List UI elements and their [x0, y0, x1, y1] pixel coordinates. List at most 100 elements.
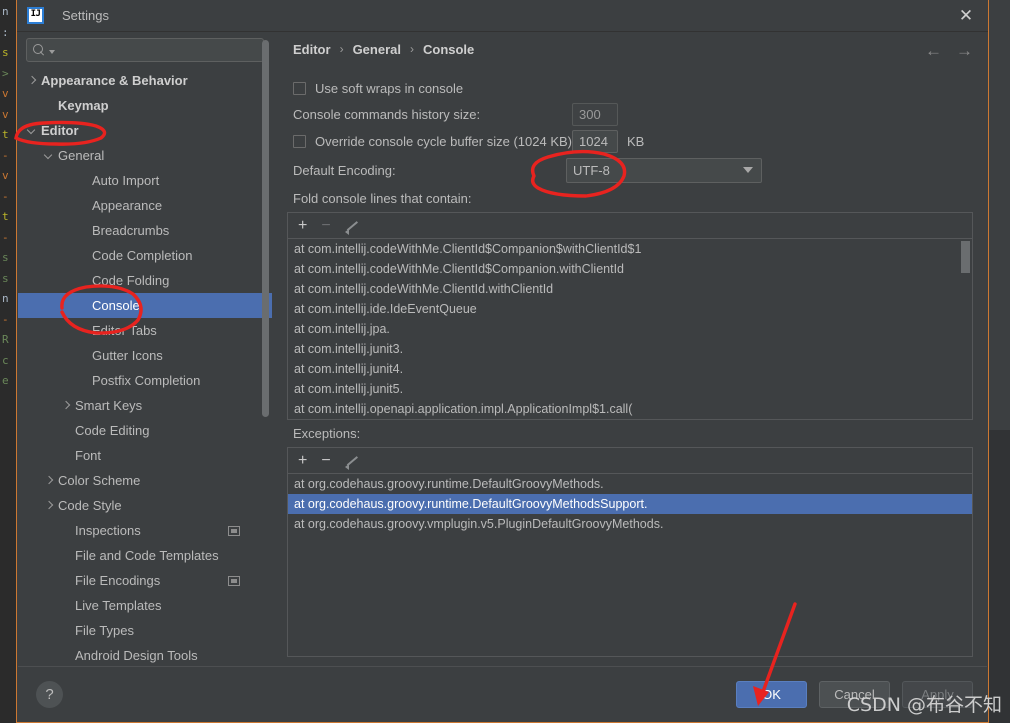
sidebar-item-label: Editor Tabs — [92, 323, 157, 338]
history-size-input[interactable]: 300 — [572, 102, 618, 126]
sidebar-item-label: Gutter Icons — [92, 348, 163, 363]
sidebar-item-breadcrumbs[interactable]: Breadcrumbs — [18, 218, 272, 243]
chevron-right-icon[interactable] — [60, 400, 71, 411]
settings-content-pane: Editor › General › Console ← → Use soft … — [273, 32, 987, 666]
sidebar-item-file-types[interactable]: File Types — [18, 618, 272, 643]
encoding-value: UTF-8 — [573, 162, 610, 178]
sidebar-item-auto-import[interactable]: Auto Import — [18, 168, 272, 193]
list-item[interactable]: at org.codehaus.groovy.vmplugin.v5.Plugi… — [288, 514, 972, 534]
soft-wraps-checkbox[interactable] — [293, 81, 306, 95]
history-size-label: Console commands history size: — [293, 106, 481, 122]
add-button[interactable]: + — [298, 217, 307, 234]
sidebar-item-keymap[interactable]: Keymap — [18, 93, 272, 118]
exceptions-list[interactable]: at org.codehaus.groovy.runtime.DefaultGr… — [288, 474, 972, 656]
sidebar-item-code-style[interactable]: Code Style — [18, 493, 272, 518]
list-item[interactable]: at com.intellij.junit4. — [288, 359, 972, 379]
sidebar-item-label: Color Scheme — [58, 473, 141, 488]
sidebar-item-gutter-icons[interactable]: Gutter Icons — [18, 343, 272, 368]
sidebar-item-label: Appearance — [92, 198, 163, 213]
sidebar-item-live-templates[interactable]: Live Templates — [18, 593, 272, 618]
sidebar-item-label: Appearance & Behavior — [41, 73, 188, 88]
settings-sidebar: Appearance & Behavior Keymap Editor General… — [18, 32, 272, 666]
background-right-panel-lower — [989, 430, 1010, 723]
sidebar-item-file-encodings[interactable]: File Encodings — [18, 568, 272, 593]
chevron-right-icon[interactable] — [43, 475, 54, 486]
list-item[interactable]: at com.intellij.junit5. — [288, 379, 972, 399]
sidebar-item-color-scheme[interactable]: Color Scheme — [18, 468, 272, 493]
sidebar-item-general[interactable]: General — [18, 143, 272, 168]
sidebar-item-label: Live Templates — [75, 598, 162, 613]
sidebar-item-code-editing[interactable]: Code Editing — [18, 418, 272, 443]
navigation-arrows: ← → — [925, 42, 973, 59]
sidebar-item-label: Code Editing — [75, 423, 150, 438]
breadcrumb-item-general[interactable]: General — [353, 42, 401, 57]
sidebar-item-smart-keys[interactable]: Smart Keys — [18, 393, 272, 418]
settings-tree[interactable]: Appearance & Behavior Keymap Editor General… — [18, 68, 272, 666]
sidebar-item-postfix-completion[interactable]: Postfix Completion — [18, 368, 272, 393]
sidebar-item-appearance-behavior[interactable]: Appearance & Behavior — [18, 68, 272, 93]
sidebar-item-label: Font — [75, 448, 102, 463]
cycle-buffer-checkbox[interactable] — [293, 134, 306, 148]
chevron-down-icon[interactable] — [26, 125, 37, 136]
exceptions-listbox: + − at org.codehaus.groovy.runtime.Defau… — [287, 447, 973, 657]
edit-pencil-icon[interactable] — [344, 218, 360, 235]
sidebar-item-label: File and Code Templates — [75, 548, 219, 563]
list-item[interactable]: at com.intellij.junit3. — [288, 339, 972, 359]
sidebar-item-inspections[interactable]: Inspections — [18, 518, 272, 543]
breadcrumb-item-editor[interactable]: Editor — [293, 42, 331, 57]
fold-list-scrollbar-thumb[interactable] — [961, 241, 970, 273]
sidebar-item-font[interactable]: Font — [18, 443, 272, 468]
screen-root: n:s> vvt- v-t- ssn- Rce IJ Settings ✕ — [0, 0, 1010, 723]
list-item[interactable]: at com.intellij.openapi.application.impl… — [288, 399, 972, 419]
sidebar-item-label: File Types — [75, 623, 135, 638]
list-item[interactable]: at com.intellij.codeWithMe.ClientId.with… — [288, 279, 972, 299]
sidebar-item-label: Android Design Tools — [75, 648, 198, 663]
encoding-combobox[interactable]: UTF-8 — [566, 157, 762, 183]
sidebar-item-code-completion[interactable]: Code Completion — [18, 243, 272, 268]
search-input[interactable] — [55, 43, 257, 57]
dialog-title: Settings — [62, 8, 109, 23]
breadcrumb-item-console: Console — [422, 41, 475, 57]
sidebar-item-editor[interactable]: Editor — [18, 118, 272, 143]
fold-lines-list[interactable]: at com.intellij.codeWithMe.ClientId$Comp… — [288, 239, 972, 419]
sidebar-item-editor-tabs[interactable]: Editor Tabs — [18, 318, 272, 343]
sidebar-item-label: Editor — [41, 123, 79, 138]
chevron-right-icon[interactable] — [43, 500, 54, 511]
cycle-buffer-input[interactable]: 1024 — [572, 129, 618, 153]
edit-pencil-icon[interactable] — [344, 453, 360, 470]
sidebar-item-label: Postfix Completion — [92, 373, 201, 388]
fold-lines-label: Fold console lines that contain: — [293, 191, 472, 206]
search-box[interactable] — [26, 38, 264, 62]
add-button[interactable]: + — [298, 452, 307, 469]
chevron-down-icon[interactable] — [43, 150, 54, 161]
search-container — [18, 32, 272, 62]
sidebar-item-file-and-code-templates[interactable]: File and Code Templates — [18, 543, 272, 568]
list-item[interactable]: at com.intellij.codeWithMe.ClientId$Comp… — [288, 239, 972, 259]
remove-button: − — [321, 216, 331, 234]
back-arrow-icon[interactable]: ← — [925, 42, 942, 59]
close-icon[interactable]: ✕ — [944, 0, 988, 31]
ok-button[interactable]: OK — [736, 681, 807, 708]
sidebar-item-appearance[interactable]: Appearance — [18, 193, 272, 218]
sidebar-item-android-design-tools[interactable]: Android Design Tools — [18, 643, 272, 666]
chevron-right-icon[interactable] — [26, 75, 37, 86]
list-item[interactable]: at org.codehaus.groovy.runtime.DefaultGr… — [288, 494, 972, 514]
forward-arrow-icon[interactable]: → — [956, 42, 973, 59]
sidebar-item-label: Console — [92, 298, 140, 313]
list-item[interactable]: at com.intellij.codeWithMe.ClientId$Comp… — [288, 259, 972, 279]
sidebar-item-code-folding[interactable]: Code Folding — [18, 268, 272, 293]
sidebar-item-label: Keymap — [58, 98, 109, 113]
sidebar-item-console[interactable]: Console — [18, 293, 272, 318]
list-item[interactable]: at com.intellij.jpa. — [288, 319, 972, 339]
remove-button[interactable]: − — [321, 452, 330, 469]
encoding-label: Default Encoding: — [293, 162, 396, 178]
list-item[interactable]: at org.codehaus.groovy.runtime.DefaultGr… — [288, 474, 972, 494]
help-button[interactable]: ? — [36, 681, 63, 708]
sidebar-scrollbar-thumb[interactable] — [262, 40, 269, 417]
list-item[interactable]: at com.intellij.ide.IdeEventQueue — [288, 299, 972, 319]
